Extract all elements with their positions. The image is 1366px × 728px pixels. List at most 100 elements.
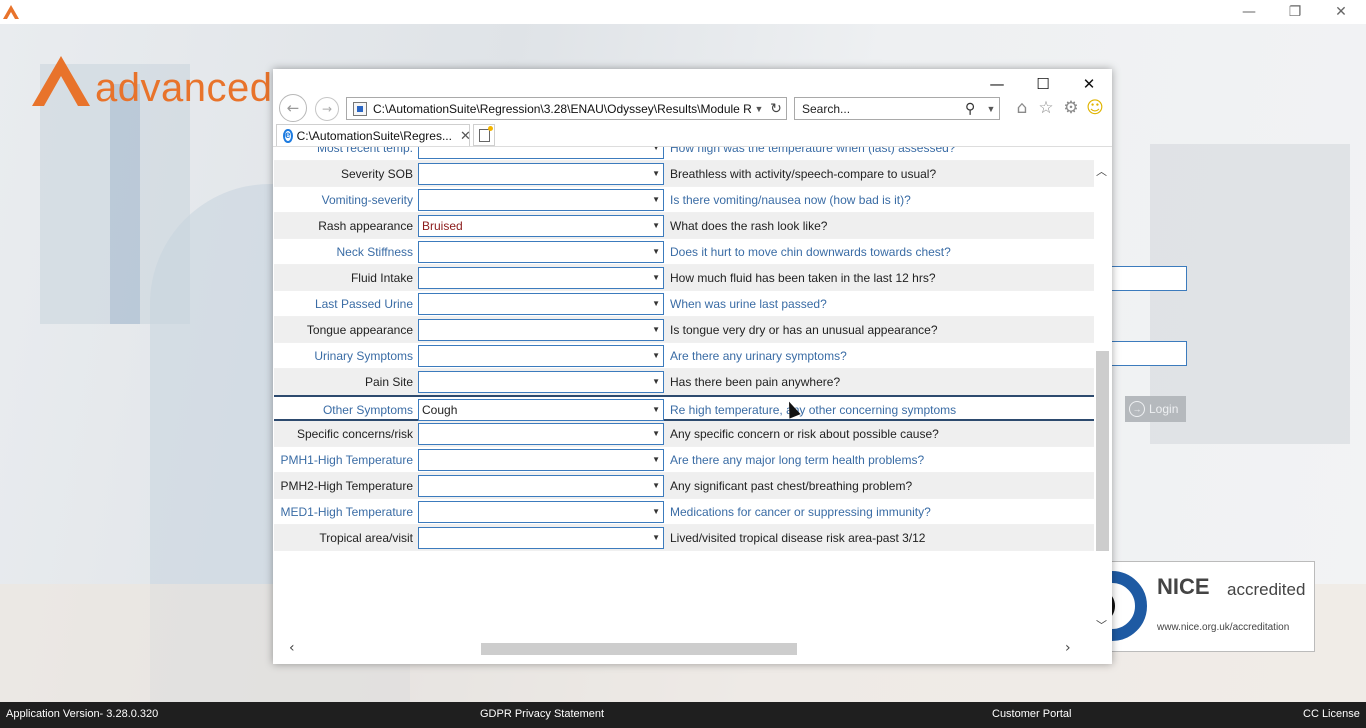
answer-dropdown[interactable]: Cough ▼	[418, 399, 664, 421]
dropdown-arrow-icon[interactable]: ▼	[652, 372, 660, 392]
search-dropdown-icon[interactable]: ▼	[983, 104, 999, 114]
login-arrow-icon: →	[1129, 401, 1145, 417]
answer-dropdown[interactable]: ▼	[418, 147, 664, 159]
app-restore-button[interactable]: ❐	[1272, 0, 1318, 24]
assessment-form: Most recent temp. ▼ How high was the tempe…	[273, 146, 1112, 664]
field-label: Pain Site	[364, 375, 413, 389]
answer-dropdown[interactable]: Bruised ▼	[418, 215, 664, 237]
dropdown-arrow-icon[interactable]: ▼	[652, 528, 660, 548]
home-icon[interactable]: ⌂	[1011, 97, 1033, 119]
app-close-button[interactable]: ✕	[1318, 0, 1364, 24]
dropdown-arrow-icon[interactable]: ▼	[652, 242, 660, 262]
tab-title: C:\AutomationSuite\Regres...	[296, 128, 452, 143]
answer-dropdown[interactable]: ▼	[418, 267, 664, 289]
search-input[interactable]: Search... ⚲ ▼	[794, 97, 1000, 120]
scroll-right-icon[interactable]: ›	[1065, 640, 1071, 656]
form-row: Vomiting-severity ▼ Is there vomiting/naus…	[274, 187, 1094, 213]
app-version: Application Version- 3.28.0.320	[6, 708, 159, 720]
tab-strip: e C:\AutomationSuite\Regres... ✕	[273, 124, 1112, 146]
dropdown-arrow-icon[interactable]: ▼	[652, 346, 660, 366]
address-bar[interactable]: C:\AutomationSuite\Regression\3.28\ENAU\…	[346, 97, 787, 120]
horizontal-scroll-thumb[interactable]	[481, 643, 797, 655]
browser-maximize-button[interactable]: ☐	[1020, 69, 1066, 99]
back-button[interactable]: ←	[279, 94, 307, 122]
answer-dropdown[interactable]: ▼	[418, 163, 664, 185]
address-dropdown-icon[interactable]: ▼	[752, 104, 766, 114]
scroll-left-icon[interactable]: ‹	[289, 640, 295, 656]
question-text: Are there any urinary symptoms?	[670, 349, 847, 363]
question-text: Is there vomiting/nausea now (how bad is…	[670, 193, 911, 207]
scroll-up-icon[interactable]: ︿	[1096, 163, 1107, 179]
background-binder	[110, 84, 140, 324]
cc-license-link[interactable]: CC License	[1303, 708, 1360, 720]
app-minimize-button[interactable]: —	[1226, 0, 1272, 24]
answer-dropdown[interactable]: ▼	[418, 501, 664, 523]
dropdown-arrow-icon[interactable]: ▼	[652, 502, 660, 522]
question-text: Any significant past chest/breathing pro…	[670, 479, 913, 493]
dropdown-arrow-icon[interactable]: ▼	[652, 424, 660, 444]
answer-dropdown[interactable]: ▼	[418, 319, 664, 341]
gdpr-link[interactable]: GDPR Privacy Statement	[480, 708, 604, 720]
dropdown-arrow-icon[interactable]: ▼	[652, 450, 660, 470]
answer-dropdown[interactable]: ▼	[418, 345, 664, 367]
scroll-down-icon[interactable]: ﹀	[1096, 617, 1107, 633]
browser-minimize-button[interactable]: —	[974, 69, 1020, 99]
form-row: MED1-High Temperature ▼ Medications for ca…	[274, 499, 1094, 525]
question-text: How much fluid has been taken in the las…	[670, 271, 936, 285]
form-row: Most recent temp. ▼ How high was the tempe…	[274, 147, 1094, 161]
answer-dropdown[interactable]: ▼	[418, 241, 664, 263]
customer-portal-link[interactable]: Customer Portal	[992, 708, 1071, 720]
form-row: Tropical area/visit ▼ Lived/visited tropic…	[274, 525, 1094, 551]
dropdown-arrow-icon[interactable]: ▼	[652, 268, 660, 288]
forward-button[interactable]: →	[315, 97, 339, 121]
username-field[interactable]	[1108, 266, 1187, 291]
password-field[interactable]	[1108, 341, 1187, 366]
dropdown-arrow-icon[interactable]: ▼	[652, 294, 660, 314]
answer-dropdown[interactable]: ▼	[418, 475, 664, 497]
answer-dropdown[interactable]: ▼	[418, 423, 664, 445]
nice-accredited-badge: NICE accredited www.nice.org.uk/accredit…	[1102, 561, 1315, 652]
login-button[interactable]: → Login	[1125, 396, 1186, 422]
answer-dropdown[interactable]: ▼	[418, 449, 664, 471]
brand-wordmark: advanced	[95, 66, 273, 110]
dropdown-arrow-icon[interactable]: ▼	[652, 320, 660, 340]
horizontal-scrollbar[interactable]: ‹ ›	[273, 640, 1095, 657]
question-text: What does the rash look like?	[670, 219, 828, 233]
tab-active[interactable]: e C:\AutomationSuite\Regres... ✕	[276, 124, 471, 146]
vertical-scroll-thumb[interactable]	[1096, 351, 1109, 551]
form-row: Severity SOB ▼ Breathless with activity/sp…	[274, 161, 1094, 187]
browser-close-button[interactable]: ✕	[1066, 69, 1112, 99]
search-icon[interactable]: ⚲	[965, 101, 983, 117]
new-tab-button[interactable]	[473, 124, 495, 146]
refresh-icon[interactable]: ↻	[766, 101, 786, 117]
field-label: PMH1-High Temperature	[280, 453, 414, 467]
tab-close-icon[interactable]: ✕	[460, 128, 471, 144]
smiley-icon[interactable]: ☺	[1084, 97, 1106, 119]
answer-dropdown[interactable]: ▼	[418, 371, 664, 393]
form-row: PMH1-High Temperature ▼ Are there any majo…	[274, 447, 1094, 473]
status-bar: Application Version- 3.28.0.320 GDPR Pri…	[0, 702, 1366, 728]
dropdown-arrow-icon[interactable]: ▼	[652, 216, 660, 236]
dropdown-arrow-icon[interactable]: ▼	[652, 400, 660, 420]
dropdown-arrow-icon[interactable]: ▼	[652, 147, 660, 158]
gear-icon[interactable]: ⚙	[1060, 97, 1082, 119]
vertical-scrollbar[interactable]: ︿ ﹀	[1095, 157, 1110, 637]
login-button-label: Login	[1149, 402, 1179, 416]
dropdown-arrow-icon[interactable]: ▼	[652, 476, 660, 496]
nice-url: www.nice.org.uk/accreditation	[1157, 622, 1290, 633]
star-icon[interactable]: ☆	[1035, 97, 1057, 119]
browser-window-controls: — ☐ ✕	[974, 69, 1112, 99]
form-row: Urinary Symptoms ▼ Are there any urinary s…	[274, 343, 1094, 369]
app-logo-icon	[3, 5, 19, 19]
address-text[interactable]: C:\AutomationSuite\Regression\3.28\ENAU\…	[373, 102, 752, 116]
answer-dropdown[interactable]: ▼	[418, 293, 664, 315]
dropdown-arrow-icon[interactable]: ▼	[652, 190, 660, 210]
question-text: Does it hurt to move chin downwards towa…	[670, 245, 951, 259]
dropdown-arrow-icon[interactable]: ▼	[652, 164, 660, 184]
form-row: Rash appearance Bruised ▼ What does the ras…	[274, 213, 1094, 239]
question-text: When was urine last passed?	[670, 297, 827, 311]
answer-dropdown[interactable]: ▼	[418, 527, 664, 549]
form-row: Tongue appearance ▼ Is tongue very dry or …	[274, 317, 1094, 343]
browser-window: — ☐ ✕ ← → C:\AutomationSuite\Regression\…	[273, 69, 1112, 664]
answer-dropdown[interactable]: ▼	[418, 189, 664, 211]
